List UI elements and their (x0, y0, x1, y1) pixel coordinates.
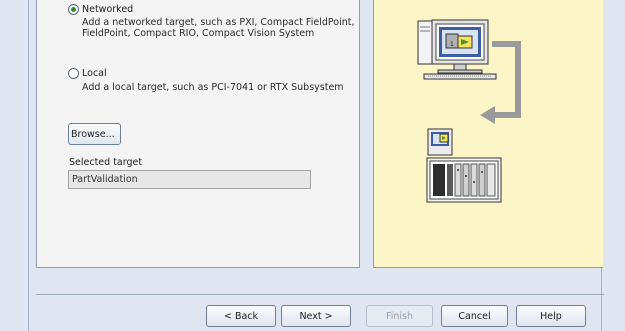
illustration-panel: 1 (373, 0, 603, 268)
networked-description-line-1: Add a networked target, such as PXI, Com… (82, 17, 355, 28)
local-description: Add a local target, such as PCI-7041 or … (82, 82, 344, 93)
next-button[interactable]: Next > (281, 305, 351, 327)
host-computer-icon: 1 (417, 19, 497, 80)
selected-target-label: Selected target (69, 157, 143, 168)
radio-selected-dot (71, 7, 76, 12)
selected-target-field: PartValidation (68, 170, 311, 189)
monitor-badge: 1 (450, 41, 454, 48)
local-radio[interactable] (68, 68, 79, 79)
networked-option[interactable]: Networked (68, 4, 133, 15)
button-separator (36, 294, 604, 295)
networked-label: Networked (82, 4, 134, 15)
local-label: Local (82, 68, 107, 79)
cancel-button[interactable]: Cancel (441, 305, 508, 327)
networked-description-line-2: FieldPoint, Compact RIO, Compact Vision … (82, 27, 315, 39)
networked-description: Add a networked target, such as PXI, Com… (82, 17, 355, 39)
browse-button[interactable]: Browse... (68, 123, 121, 145)
target-illustration: 1 (417, 19, 521, 203)
local-option[interactable]: Local (68, 68, 107, 79)
help-button[interactable]: Help (516, 305, 586, 327)
networked-radio[interactable] (68, 4, 79, 15)
target-chassis-icon (426, 128, 502, 203)
back-button[interactable]: < Back (206, 305, 276, 327)
finish-button[interactable]: Finish (366, 305, 433, 327)
